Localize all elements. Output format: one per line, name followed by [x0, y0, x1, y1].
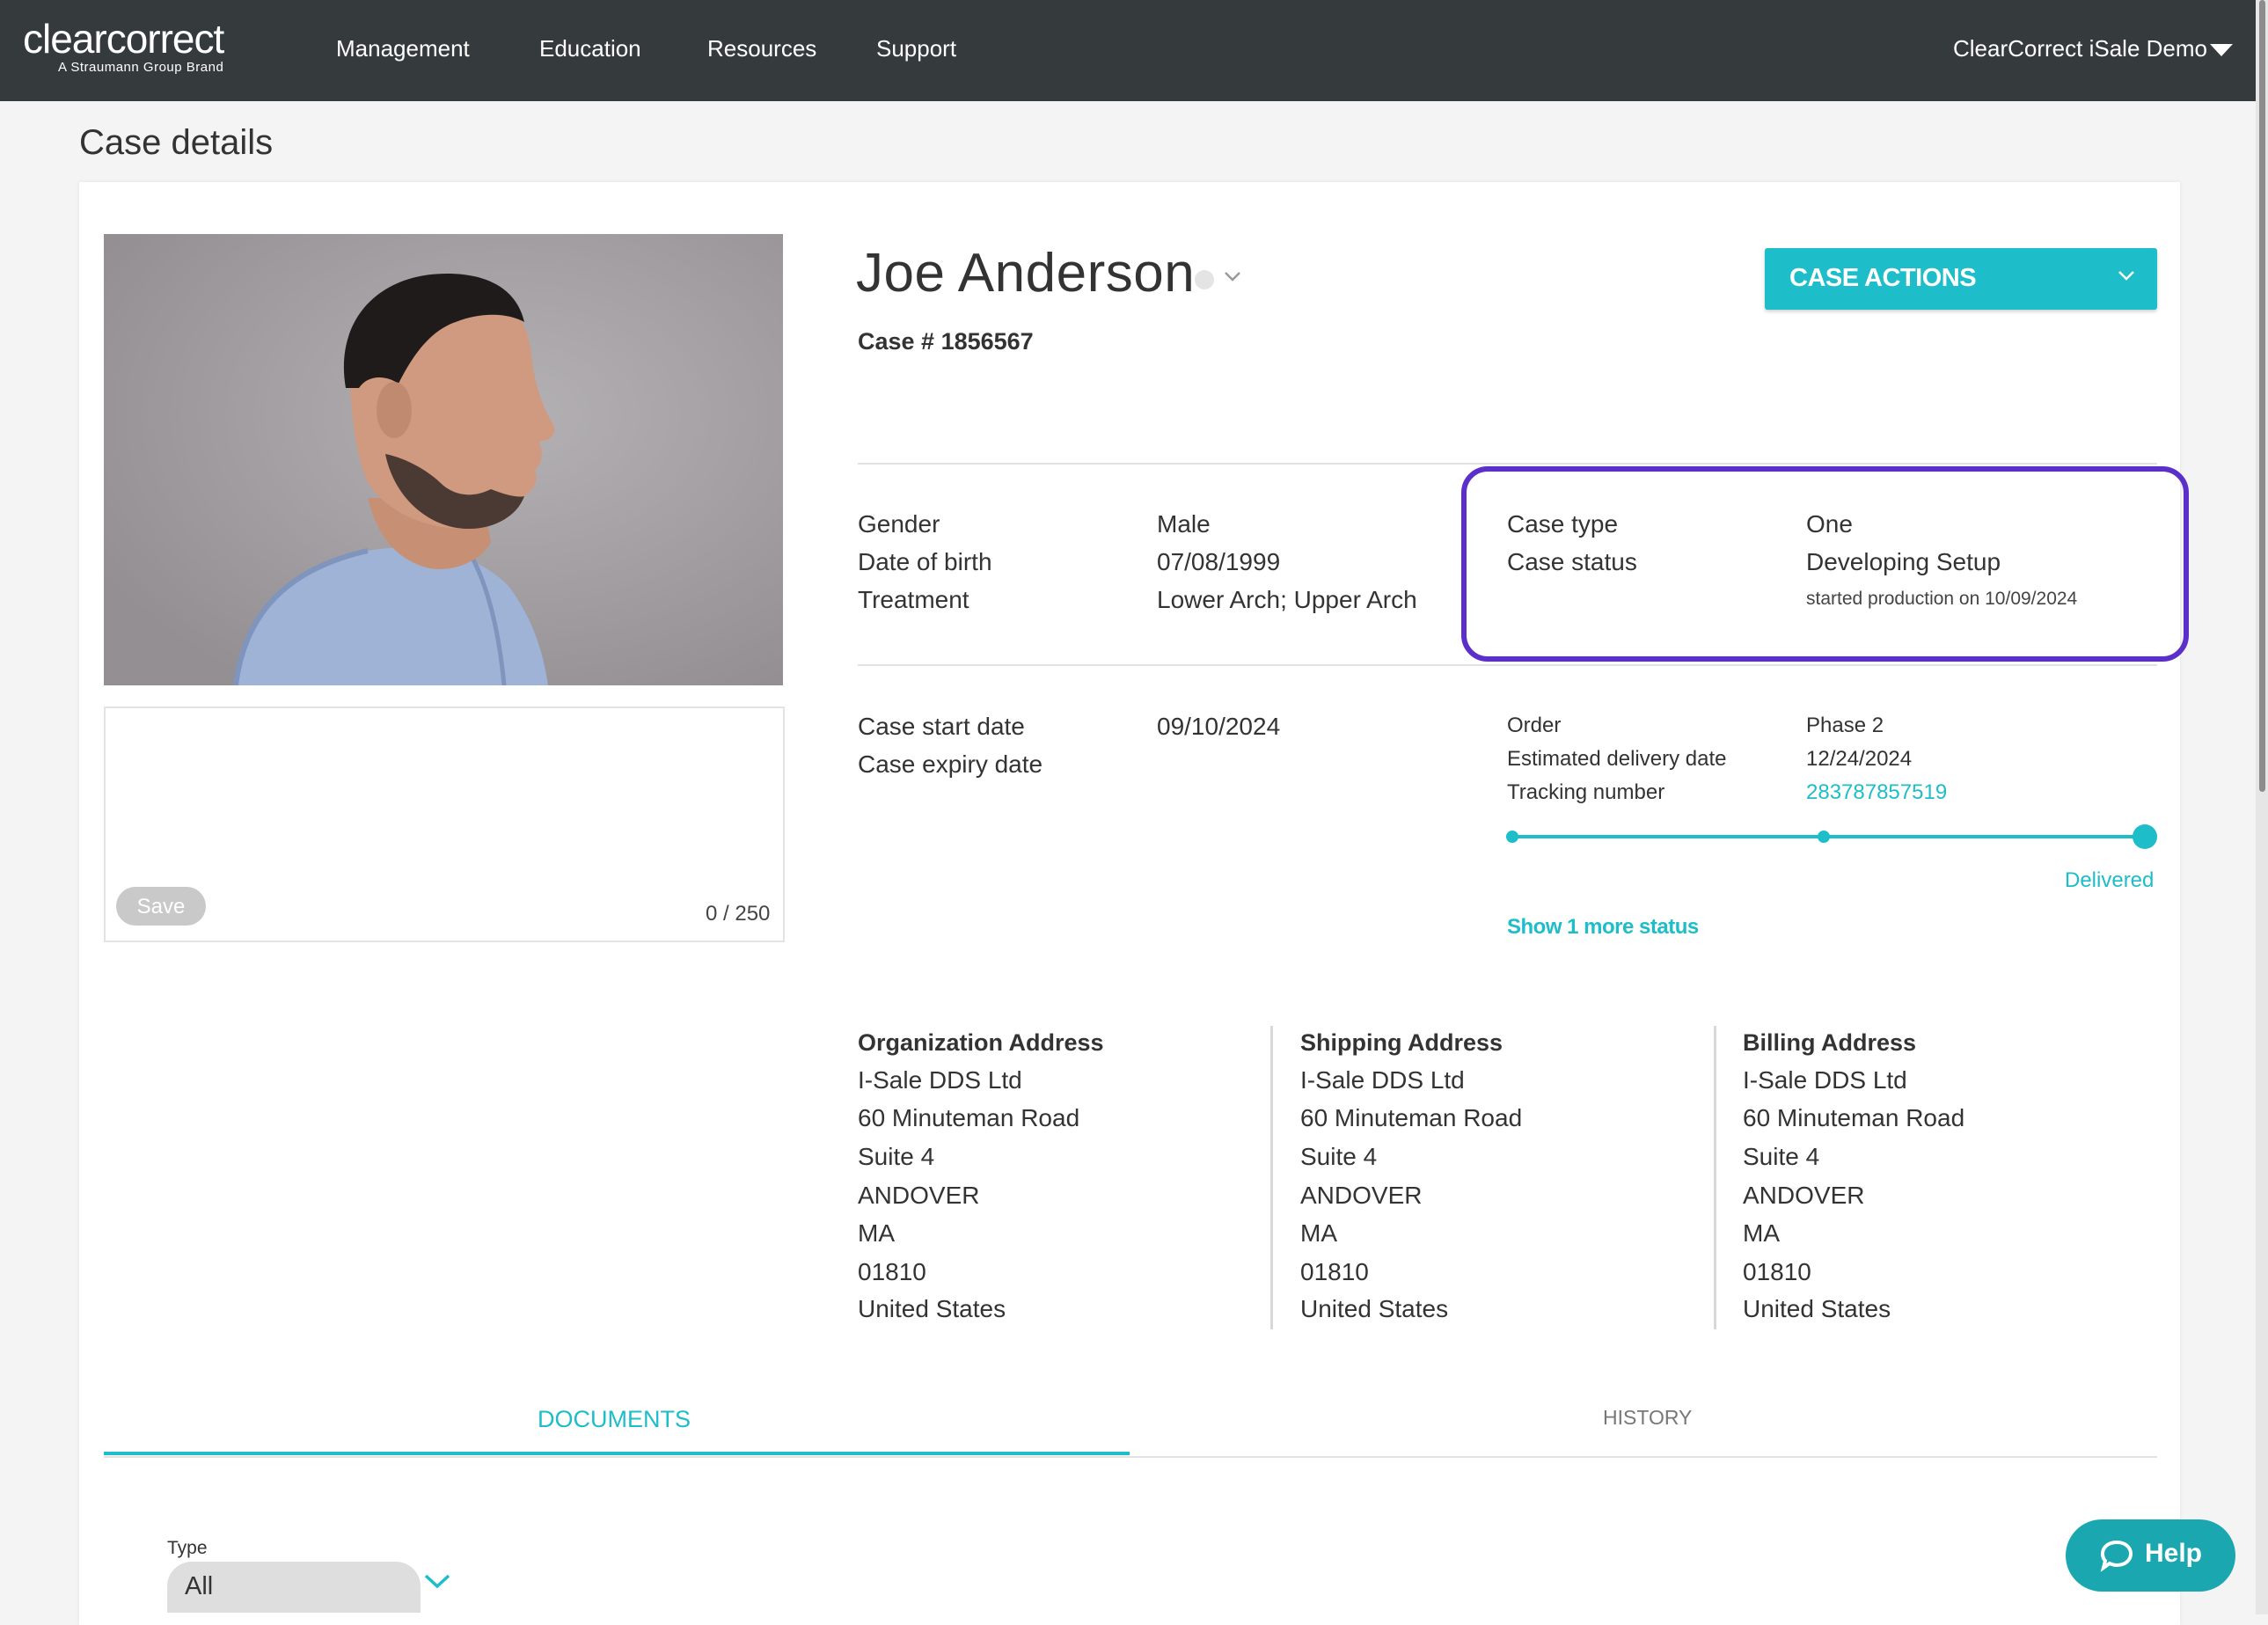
type-filter-value: All — [185, 1572, 214, 1600]
order-value: Phase 2 — [1806, 714, 1884, 737]
treatment-value: Lower Arch; Upper Arch — [1157, 586, 1417, 613]
chevron-down-icon[interactable] — [1223, 266, 1242, 290]
nav-management[interactable]: Management — [336, 35, 470, 62]
chevron-down-icon — [2117, 264, 2136, 289]
tab-history[interactable]: HISTORY — [1603, 1406, 1692, 1430]
treatment-label: Treatment — [858, 586, 969, 613]
address-line: Suite 4 — [1743, 1143, 1820, 1170]
address-line: Suite 4 — [858, 1143, 935, 1170]
delivery-status: Delivered — [2065, 868, 2155, 892]
dob-value: 07/08/1999 — [1157, 548, 1281, 575]
progress-step-dot — [1818, 831, 1830, 843]
tracking-number-link[interactable]: 283787857519 — [1806, 780, 1947, 805]
case-expiry-date-label: Case expiry date — [858, 750, 1043, 778]
active-tab-indicator — [104, 1452, 1130, 1455]
tab-documents[interactable]: DOCUMENTS — [538, 1406, 691, 1433]
address-line: ANDOVER — [1743, 1182, 1865, 1209]
address-line: 01810 — [1300, 1258, 1369, 1285]
save-button[interactable]: Save — [116, 887, 206, 926]
address-line: United States — [858, 1295, 1006, 1322]
address-line: I-Sale DDS Ltd — [1743, 1066, 1907, 1094]
type-filter-select[interactable]: All — [167, 1562, 421, 1613]
address-line: MA — [1300, 1219, 1337, 1247]
address-line: Suite 4 — [1300, 1143, 1378, 1170]
column-divider — [1270, 1026, 1273, 1329]
chevron-down-icon[interactable] — [422, 1571, 452, 1595]
case-actions-label: CASE ACTIONS — [1789, 264, 1977, 292]
address-line: ANDOVER — [1300, 1182, 1423, 1209]
type-filter-label: Type — [167, 1538, 208, 1558]
user-menu[interactable]: ClearCorrect iSale Demo — [1953, 35, 2207, 62]
address-line: 60 Minuteman Road — [1300, 1104, 1523, 1131]
address-line: United States — [1300, 1295, 1449, 1322]
status-indicator-icon — [1195, 270, 1214, 289]
progress-current-dot — [2133, 824, 2157, 849]
case-actions-button[interactable]: CASE ACTIONS — [1765, 248, 2157, 310]
help-label: Help — [2145, 1539, 2203, 1568]
page-title: Case details — [79, 123, 274, 162]
address-line: 01810 — [858, 1258, 926, 1285]
tab-divider — [104, 1456, 2157, 1458]
order-label: Order — [1507, 714, 1562, 737]
address-line: I-Sale DDS Ltd — [1300, 1066, 1465, 1094]
nav-education[interactable]: Education — [539, 35, 641, 62]
organization-address-title: Organization Address — [858, 1029, 1104, 1056]
notes-textarea[interactable] — [104, 706, 785, 942]
highlight-box — [1461, 466, 2189, 662]
case-start-date-label: Case start date — [858, 713, 1025, 740]
brand-logo[interactable]: clearcorrect A Straumann Group Brand — [23, 16, 224, 75]
address-line: ANDOVER — [858, 1182, 980, 1209]
divider — [858, 463, 2157, 465]
column-divider — [1714, 1026, 1716, 1329]
help-button[interactable]: Help — [2066, 1519, 2235, 1592]
nav-resources[interactable]: Resources — [707, 35, 816, 62]
address-line: 60 Minuteman Road — [858, 1104, 1080, 1131]
divider — [858, 664, 2157, 666]
billing-address-title: Billing Address — [1743, 1029, 1917, 1056]
case-start-date-value: 09/10/2024 — [1157, 713, 1281, 740]
logo-wordmark: clearcorrect — [23, 16, 224, 62]
address-line: MA — [1743, 1219, 1780, 1247]
chat-bubble-icon — [2099, 1539, 2134, 1575]
gender-label: Gender — [858, 510, 940, 538]
tracking-number-label: Tracking number — [1507, 780, 1665, 804]
character-counter: 0 / 250 — [706, 902, 771, 926]
address-line: 60 Minuteman Road — [1743, 1104, 1965, 1131]
delivery-date-value: 12/24/2024 — [1806, 747, 1913, 771]
logo-tagline: A Straumann Group Brand — [58, 60, 224, 75]
progress-step-dot — [1506, 831, 1518, 843]
patient-name: Joe Anderson — [856, 243, 1196, 304]
address-line: MA — [858, 1219, 895, 1247]
gender-value: Male — [1157, 510, 1211, 538]
address-line: United States — [1743, 1295, 1891, 1322]
top-navbar: clearcorrect A Straumann Group Brand Man… — [0, 0, 2256, 101]
shipping-address-title: Shipping Address — [1300, 1029, 1503, 1056]
patient-photo — [104, 234, 783, 685]
scrollbar-thumb[interactable] — [2259, 0, 2265, 792]
address-line: 01810 — [1743, 1258, 1811, 1285]
nav-support[interactable]: Support — [876, 35, 956, 62]
dob-label: Date of birth — [858, 548, 992, 575]
show-more-status-link[interactable]: Show 1 more status — [1507, 915, 1699, 940]
caret-down-icon[interactable] — [2210, 44, 2233, 56]
address-line: I-Sale DDS Ltd — [858, 1066, 1022, 1094]
delivery-date-label: Estimated delivery date — [1507, 747, 1727, 771]
case-number: Case # 1856567 — [858, 328, 1034, 355]
